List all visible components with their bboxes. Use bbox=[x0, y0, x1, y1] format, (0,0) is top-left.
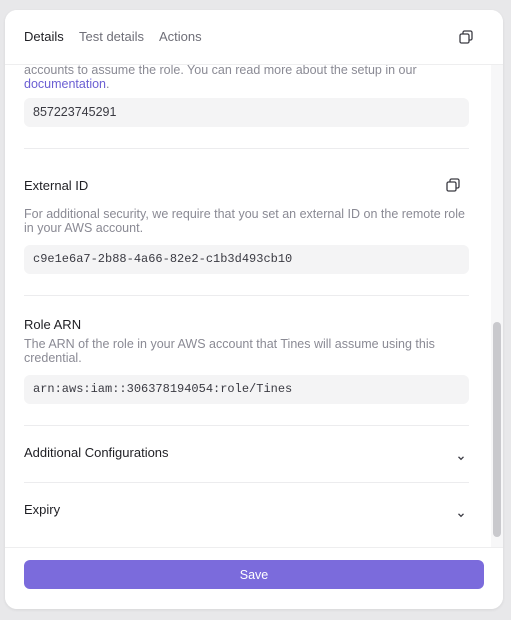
chevron-down-icon bbox=[456, 449, 466, 461]
account-id-field[interactable]: 857223745291 bbox=[24, 98, 469, 127]
additional-configurations-label: Additional Configurations bbox=[24, 445, 169, 460]
copy-icon[interactable] bbox=[446, 178, 460, 192]
intro-period: . bbox=[106, 77, 110, 91]
documentation-link[interactable]: documentation bbox=[24, 77, 106, 91]
divider bbox=[24, 295, 469, 296]
additional-configurations-toggle[interactable]: Additional Configurations bbox=[5, 433, 491, 473]
save-button[interactable]: Save bbox=[24, 560, 484, 589]
scrollbar[interactable] bbox=[491, 65, 503, 547]
role-arn-description: The ARN of the role in your AWS account … bbox=[24, 337, 435, 365]
intro-text: accounts to assume the role. You can rea… bbox=[24, 65, 474, 91]
tab-test-details[interactable]: Test details bbox=[79, 29, 144, 44]
footer: Save bbox=[5, 547, 503, 609]
external-id-description: For additional security, we require that… bbox=[24, 207, 465, 235]
divider bbox=[24, 148, 469, 149]
copy-icon[interactable] bbox=[459, 30, 473, 44]
divider bbox=[24, 425, 469, 426]
tab-actions[interactable]: Actions bbox=[159, 29, 202, 44]
tab-bar: Details Test details Actions bbox=[5, 10, 503, 65]
external-id-label: External ID bbox=[24, 178, 89, 193]
chevron-down-icon bbox=[456, 506, 466, 518]
external-id-field[interactable]: c9e1e6a7-2b88-4a66-82e2-c1b3d493cb10 bbox=[24, 245, 469, 274]
expiry-label: Expiry bbox=[24, 502, 61, 517]
expiry-toggle[interactable]: Expiry bbox=[5, 490, 491, 530]
credential-panel: Details Test details Actions accounts to… bbox=[5, 10, 503, 609]
divider bbox=[24, 482, 469, 483]
role-arn-field[interactable]: arn:aws:iam::306378194054:role/Tines bbox=[24, 375, 469, 404]
details-content: accounts to assume the role. You can rea… bbox=[5, 65, 491, 547]
role-arn-label: Role ARN bbox=[24, 317, 82, 332]
tab-details[interactable]: Details bbox=[24, 29, 64, 44]
intro-sentence: accounts to assume the role. You can rea… bbox=[24, 65, 417, 77]
scrollbar-thumb[interactable] bbox=[493, 322, 501, 537]
